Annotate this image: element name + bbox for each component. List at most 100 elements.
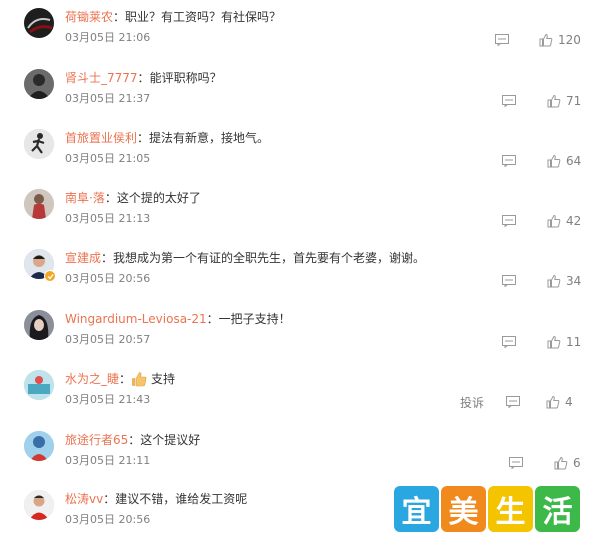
like-button[interactable]: 4	[546, 395, 573, 409]
thumbs-up-icon	[547, 94, 561, 108]
thumbs-up-icon	[554, 456, 568, 470]
thumbs-up-icon	[547, 274, 561, 288]
thumbs-up-emoji-icon	[132, 372, 147, 387]
username-link[interactable]: 荷锄莱农	[65, 9, 113, 25]
comment-item: 肾斗士_7777：能评职称吗？ 03月05日 21:37 71	[0, 61, 600, 121]
like-count: 120	[558, 33, 581, 47]
timestamp: 03月05日 20:56	[65, 513, 151, 526]
report-link[interactable]: 投诉	[460, 394, 484, 411]
avatar[interactable]	[24, 431, 54, 461]
thumbs-up-icon	[539, 33, 553, 47]
like-button[interactable]: 34	[547, 274, 581, 288]
timestamp: 03月05日 21:37	[65, 92, 151, 105]
thumbs-up-icon	[546, 395, 560, 409]
comment-text: 能评职称吗？	[149, 71, 222, 85]
username-link[interactable]: 南阜·落	[65, 190, 105, 206]
comment-text: 支持	[151, 372, 176, 386]
timestamp: 03月05日 21:43	[65, 393, 151, 406]
reply-icon[interactable]	[502, 155, 516, 167]
username-link[interactable]: 首旅置业侯利	[65, 130, 137, 146]
comment-actions: 71	[502, 93, 581, 109]
comment-line: 松涛vv：建议不错，谁给发工资呢	[65, 491, 248, 507]
comment-line: 肾斗士_7777：能评职称吗？	[65, 70, 222, 86]
comment-line: 宣建成：我想成为第一个有证的全职先生，首先要有个老婆，谢谢。	[65, 250, 426, 266]
username-link[interactable]: 水为之_睫	[65, 371, 119, 387]
reply-icon[interactable]	[502, 336, 516, 348]
comment-line: 水为之_睫： 支持	[65, 371, 176, 387]
comment-actions: 42	[502, 213, 581, 229]
comment-line: Wingardium-Leviosa-21：一把子支持！	[65, 311, 291, 327]
comment-item: 南阜·落：这个提的太好了 03月05日 21:13 42	[0, 181, 600, 241]
thumbs-up-icon	[547, 214, 561, 228]
like-count: 71	[566, 94, 582, 108]
avatar[interactable]	[24, 189, 54, 219]
timestamp: 03月05日 21:13	[65, 212, 151, 225]
avatar[interactable]	[24, 69, 54, 99]
like-button[interactable]: 71	[547, 94, 581, 108]
like-count: 42	[566, 214, 582, 228]
timestamp: 03月05日 21:05	[65, 152, 151, 165]
like-button[interactable]: 120	[539, 33, 581, 47]
comment-item: 旅途行者65：这个提议好 03月05日 21:11 6	[0, 423, 600, 483]
username-link[interactable]: 宣建成	[65, 250, 101, 266]
comment-line: 南阜·落：这个提的太好了	[65, 190, 201, 206]
comment-line: 首旅置业侯利：提法有新意，接地气。	[65, 130, 270, 146]
like-button[interactable]: 64	[547, 154, 581, 168]
comment-text: 职业？有工资吗？有社保吗？	[125, 10, 282, 24]
comment-text: 提法有新意，接地气。	[149, 131, 270, 145]
watermark-tile: 宜	[394, 486, 439, 532]
thumbs-up-icon	[547, 335, 561, 349]
like-count: 64	[566, 154, 582, 168]
reply-icon[interactable]	[502, 215, 516, 227]
avatar[interactable]	[24, 370, 54, 400]
comment-item: 水为之_睫： 支持 03月05日 21:43 投诉 4	[0, 362, 600, 422]
avatar[interactable]	[24, 310, 54, 340]
username-link[interactable]: 旅途行者65	[65, 432, 128, 448]
comment-item: Wingardium-Leviosa-21：一把子支持！ 03月05日 20:5…	[0, 302, 600, 362]
reply-icon[interactable]	[506, 396, 521, 408]
like-button[interactable]: 42	[547, 214, 581, 228]
like-count: 6	[573, 456, 581, 470]
avatar[interactable]	[24, 129, 54, 159]
timestamp: 03月05日 20:57	[65, 333, 151, 346]
like-count: 4	[565, 395, 573, 409]
username-link[interactable]: Wingardium-Leviosa-21	[65, 311, 207, 327]
comment-item: 荷锄莱农：职业？有工资吗？有社保吗？ 03月05日 21:06 120	[0, 0, 600, 60]
reply-icon[interactable]	[502, 275, 516, 287]
reply-icon[interactable]	[502, 95, 516, 107]
username-link[interactable]: 肾斗士_7777	[65, 70, 138, 86]
comment-text: 这个提议好	[140, 433, 201, 447]
comment-text: 我想成为第一个有证的全职先生，首先要有个老婆，谢谢。	[113, 251, 426, 265]
comment-item: 宣建成：我想成为第一个有证的全职先生，首先要有个老婆，谢谢。 03月05日 20…	[0, 241, 600, 301]
watermark-tile: 美	[441, 486, 486, 532]
avatar[interactable]	[24, 8, 54, 38]
comment-actions: 34	[502, 273, 581, 289]
comment-actions: 120	[495, 32, 581, 48]
timestamp: 03月05日 21:06	[65, 31, 151, 44]
comment-item: 首旅置业侯利：提法有新意，接地气。 03月05日 21:05 64	[0, 121, 600, 181]
comment-actions: 11	[502, 334, 581, 350]
like-button[interactable]: 11	[547, 335, 581, 349]
comment-text: 一把子支持！	[218, 312, 291, 326]
comment-line: 荷锄莱农：职业？有工资吗？有社保吗？	[65, 9, 282, 25]
timestamp: 03月05日 21:11	[65, 454, 151, 467]
like-button[interactable]: 6	[554, 456, 581, 470]
watermark-tile: 生	[488, 486, 533, 532]
watermark-tile: 活	[535, 486, 580, 532]
like-count: 34	[566, 274, 582, 288]
reply-icon[interactable]	[495, 34, 509, 46]
comment-text: 这个提的太好了	[116, 191, 201, 205]
watermark-logo: 宜 美 生 活	[394, 486, 580, 534]
verified-badge-icon	[44, 270, 56, 282]
comment-text: 建议不错，谁给发工资呢	[115, 492, 248, 506]
comment-actions: 64	[502, 153, 581, 169]
reply-icon[interactable]	[509, 457, 523, 469]
comment-actions: 投诉 4	[460, 394, 573, 410]
username-link[interactable]: 松涛vv	[65, 491, 103, 507]
thumbs-up-icon	[547, 154, 561, 168]
like-count: 11	[566, 335, 582, 349]
avatar[interactable]	[24, 490, 54, 520]
comment-list: 荷锄莱农：职业？有工资吗？有社保吗？ 03月05日 21:06 120 肾斗士_…	[0, 0, 600, 547]
timestamp: 03月05日 20:56	[65, 272, 151, 285]
comment-line: 旅途行者65：这个提议好	[65, 432, 201, 448]
